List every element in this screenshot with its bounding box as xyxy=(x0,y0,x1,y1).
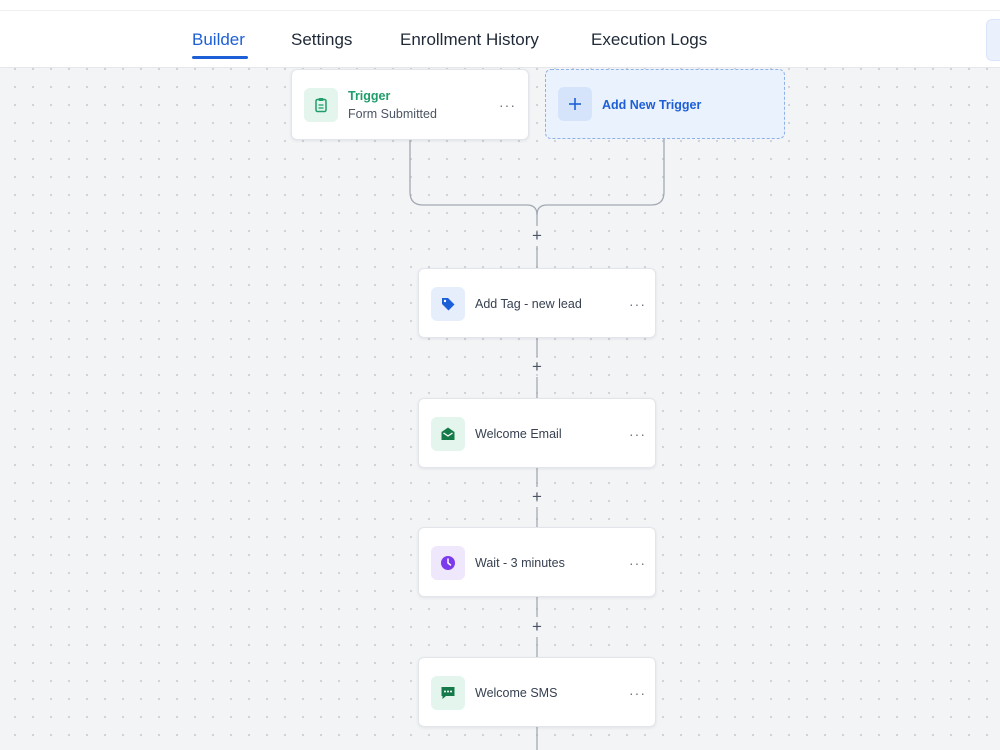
action-label: Welcome Email xyxy=(475,427,562,441)
trigger-title: Trigger xyxy=(348,89,391,103)
action-more-options-icon[interactable]: ··· xyxy=(629,427,646,441)
action-label: Wait - 3 minutes xyxy=(475,556,565,570)
action-label: Welcome SMS xyxy=(475,686,558,700)
plus-icon xyxy=(558,87,592,121)
add-new-trigger-button[interactable]: Add New Trigger xyxy=(545,69,785,139)
action-label: Add Tag - new lead xyxy=(475,297,582,311)
envelope-open-icon xyxy=(431,417,465,451)
add-step-button[interactable]: + xyxy=(529,358,545,375)
action-more-options-icon[interactable]: ··· xyxy=(629,297,646,311)
trigger-branch-connector xyxy=(409,140,538,226)
chat-message-icon xyxy=(431,676,465,710)
action-more-options-icon[interactable]: ··· xyxy=(629,556,646,570)
action-card-welcome-sms[interactable]: Welcome SMS ··· xyxy=(418,657,656,727)
add-new-trigger-label: Add New Trigger xyxy=(602,98,702,112)
action-card-welcome-email[interactable]: Welcome Email ··· xyxy=(418,398,656,468)
action-card-add-tag[interactable]: Add Tag - new lead ··· xyxy=(418,268,656,338)
new-trigger-branch-connector xyxy=(536,139,665,216)
action-more-options-icon[interactable]: ··· xyxy=(629,686,646,700)
action-card-wait[interactable]: Wait - 3 minutes ··· xyxy=(418,527,656,597)
trigger-more-options-icon[interactable]: ··· xyxy=(499,98,516,112)
add-step-button[interactable]: + xyxy=(529,618,545,635)
add-step-button[interactable]: + xyxy=(529,227,545,244)
trigger-subtitle: Form Submitted xyxy=(348,107,437,121)
clock-icon xyxy=(431,546,465,580)
clipboard-icon xyxy=(304,88,338,122)
add-step-button[interactable]: + xyxy=(529,488,545,505)
tag-icon xyxy=(431,287,465,321)
trigger-card[interactable]: Trigger Form Submitted ··· xyxy=(291,69,529,140)
